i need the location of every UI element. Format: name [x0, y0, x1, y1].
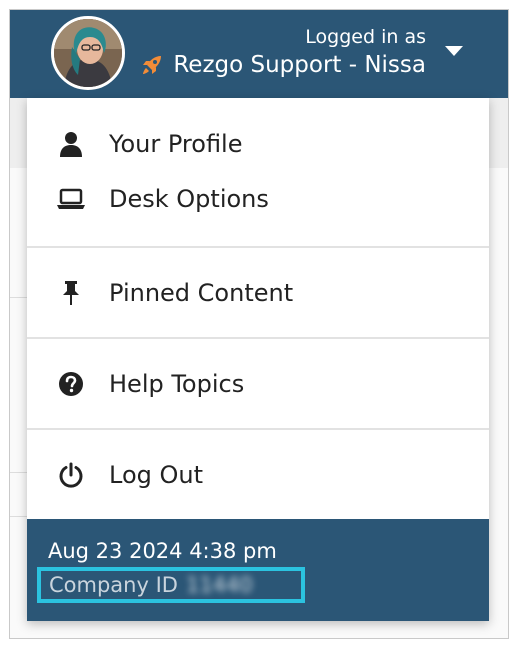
- caret-down-icon[interactable]: [445, 46, 463, 56]
- account-header[interactable]: Logged in as Rezgo Support - Nissa: [10, 10, 508, 98]
- avatar[interactable]: [51, 16, 125, 90]
- menu-section-account: Your Profile Desk Options: [27, 98, 489, 248]
- company-id-label: Company ID: [49, 573, 178, 597]
- background-divider: [10, 516, 28, 517]
- menu-item-label: Your Profile: [109, 129, 243, 158]
- menu-section-pinned: Pinned Content: [27, 248, 489, 339]
- session-datetime: Aug 23 2024 4:38 pm: [48, 539, 277, 563]
- menu-section-logout: Log Out: [27, 430, 489, 519]
- menu-section-help: Help Topics: [27, 339, 489, 430]
- menu-item-help-topics[interactable]: Help Topics: [27, 356, 489, 411]
- window-frame: Logged in as Rezgo Support - Nissa Your …: [9, 9, 509, 639]
- question-circle-icon: [57, 370, 85, 398]
- menu-item-pinned-content[interactable]: Pinned Content: [27, 265, 489, 320]
- company-id-highlight: Company ID 11440: [37, 567, 305, 603]
- background-divider: [10, 297, 28, 298]
- laptop-icon: [57, 185, 85, 213]
- background-divider: [10, 472, 28, 473]
- menu-item-label: Help Topics: [109, 369, 245, 398]
- menu-item-label: Desk Options: [109, 184, 269, 213]
- company-id-value: 11440: [185, 573, 253, 597]
- menu-item-label: Pinned Content: [109, 278, 294, 307]
- user-name-row: Rezgo Support - Nissa: [139, 52, 426, 78]
- user-icon: [57, 130, 85, 158]
- logged-in-label: Logged in as: [305, 26, 426, 48]
- account-dropdown-menu: Your Profile Desk Options Pinned Content…: [27, 98, 489, 621]
- avatar-photo: [54, 19, 122, 87]
- session-info-footer: Aug 23 2024 4:38 pm Company ID 11440: [27, 519, 489, 621]
- menu-item-log-out[interactable]: Log Out: [27, 447, 489, 502]
- menu-item-desk-options[interactable]: Desk Options: [27, 171, 489, 226]
- power-icon: [57, 461, 85, 489]
- user-name: Rezgo Support - Nissa: [173, 52, 426, 78]
- rocket-icon: [139, 52, 165, 78]
- thumbtack-icon: [57, 279, 85, 307]
- menu-item-your-profile[interactable]: Your Profile: [27, 116, 489, 171]
- menu-item-label: Log Out: [109, 460, 204, 489]
